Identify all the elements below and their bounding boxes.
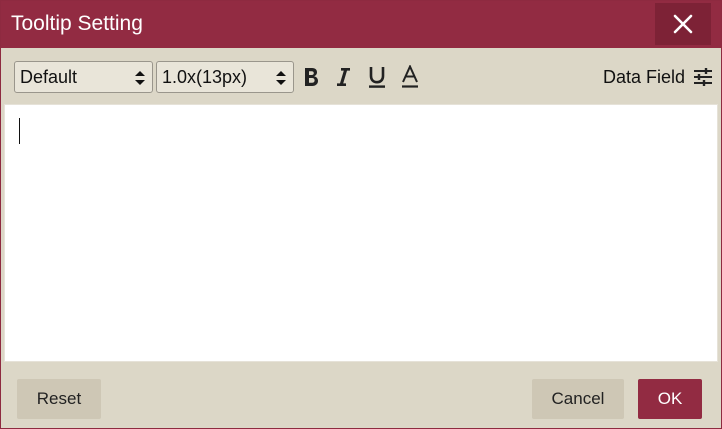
up-down-arrows-icon — [276, 71, 286, 85]
italic-icon — [337, 68, 350, 86]
data-field-label: Data Field — [602, 66, 685, 87]
italic-button[interactable] — [331, 62, 355, 92]
close-button[interactable] — [655, 3, 711, 45]
cancel-button[interactable]: Cancel — [532, 379, 624, 419]
reset-button[interactable]: Reset — [17, 379, 101, 419]
font-color-button[interactable] — [398, 62, 422, 92]
sliders-icon — [694, 68, 712, 86]
underline-icon — [369, 67, 385, 88]
close-icon — [673, 14, 693, 34]
underline-button[interactable] — [365, 62, 389, 92]
tooltip-setting-dialog: Tooltip Setting Default 1.0x(13px) Data … — [0, 0, 722, 429]
up-down-arrows-icon — [135, 71, 145, 85]
dialog-titlebar: Tooltip Setting — [1, 1, 721, 48]
font-color-icon — [402, 65, 418, 88]
ok-button[interactable]: OK — [638, 379, 702, 419]
bold-icon — [305, 68, 318, 86]
font-family-value: Default — [20, 67, 78, 87]
font-family-select[interactable]: Default — [14, 61, 153, 93]
tooltip-editor[interactable] — [4, 104, 718, 362]
text-caret — [19, 118, 20, 144]
format-toolbar: Default 1.0x(13px) Data Field — [1, 48, 721, 104]
bold-button[interactable] — [299, 62, 323, 92]
font-size-select[interactable]: 1.0x(13px) — [156, 61, 294, 93]
data-field-button[interactable]: Data Field — [603, 64, 713, 90]
dialog-title: Tooltip Setting — [11, 12, 143, 35]
dialog-footer: Reset Cancel OK — [1, 364, 721, 428]
font-size-value: 1.0x(13px) — [162, 67, 248, 87]
